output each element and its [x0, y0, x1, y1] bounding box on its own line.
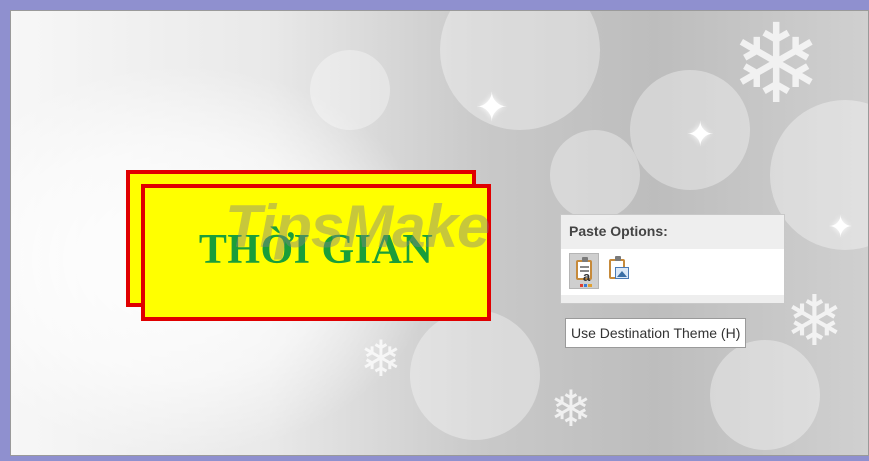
snowflake-icon: ❄: [730, 10, 823, 128]
sparkle-icon: ✦: [686, 115, 715, 155]
bokeh-circle: [550, 130, 640, 220]
paste-as-picture-button[interactable]: [603, 253, 633, 289]
picture-icon: [615, 267, 629, 279]
window-frame: ✦ ✦ ✦ ❄ ❄ ❄ ❄ THỜI GIAN TipsMake Paste O…: [0, 0, 869, 461]
sparkle-icon: ✦: [475, 85, 509, 131]
bokeh-circle: [440, 10, 600, 130]
paste-options-panel: Paste Options: a: [560, 214, 785, 304]
paste-options-buttons: a: [561, 249, 784, 295]
watermark-logo: TipsMake: [225, 193, 490, 260]
use-destination-theme-button[interactable]: a: [569, 253, 599, 289]
bokeh-circle: [310, 50, 390, 130]
snowflake-icon: ❄: [550, 380, 592, 438]
snowflake-icon: ❄: [785, 280, 844, 362]
snowflake-icon: ❄: [360, 330, 402, 388]
letter-a-glyph: a: [583, 269, 591, 284]
color-dots: [580, 284, 592, 287]
sparkle-icon: ✦: [828, 210, 854, 245]
bokeh-circle: [410, 310, 540, 440]
paste-options-header: Paste Options:: [569, 223, 668, 239]
tooltip: Use Destination Theme (H): [565, 318, 747, 348]
